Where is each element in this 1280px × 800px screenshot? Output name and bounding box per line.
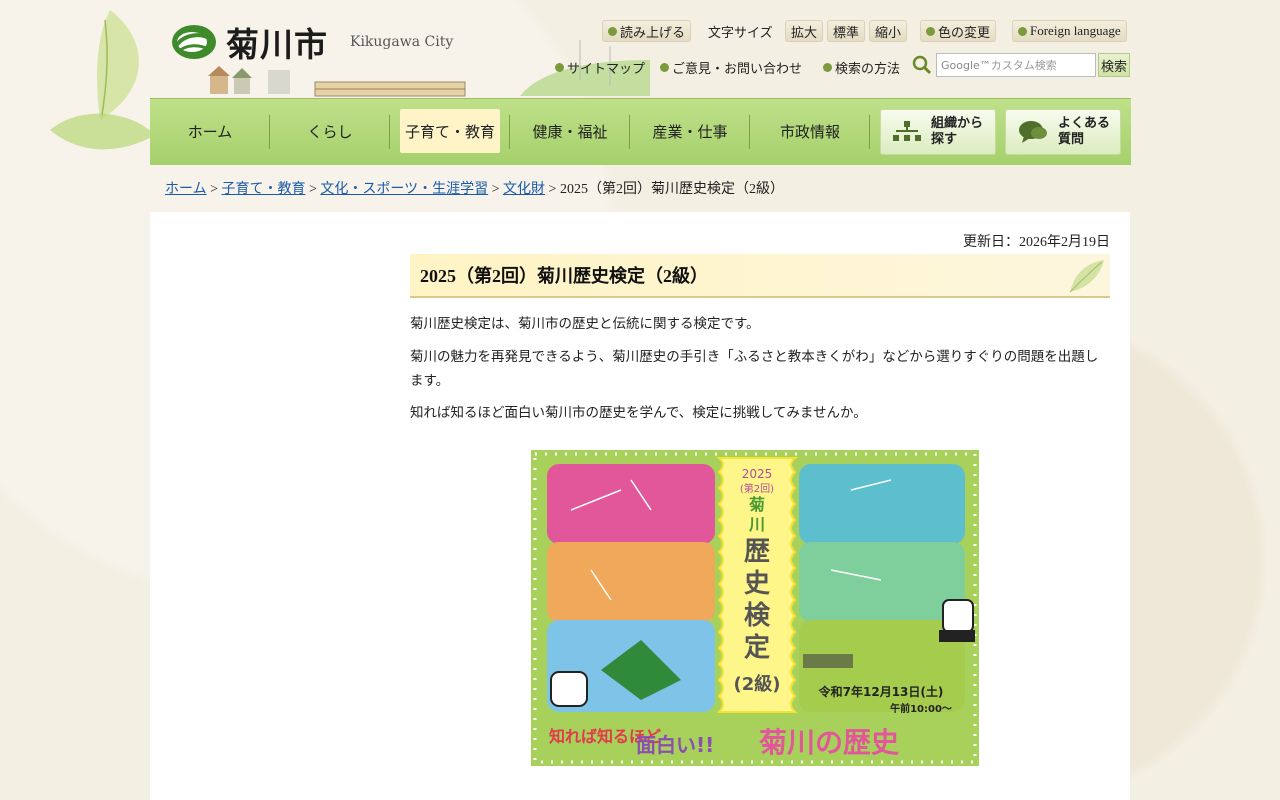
breadcrumb-link-childcare[interactable]: 子育て・教育	[222, 182, 306, 197]
search-button[interactable]: 検索	[1098, 53, 1130, 77]
breadcrumb-link-culture[interactable]: 文化・スポーツ・生涯学習	[320, 182, 488, 197]
color-change-button[interactable]: 色の変更	[920, 20, 997, 42]
sitemap-link[interactable]: サイトマップ	[555, 58, 645, 77]
main-content: 更新日：2026年2月19日 2025（第2回）菊川歴史検定（2級） 菊川歴史検…	[150, 212, 1130, 800]
poster-title-char: 菊	[749, 495, 765, 514]
foreign-language-button[interactable]: Foreign language	[1012, 20, 1127, 42]
exam-poster-image: 2025 (第2回) 菊 川 歴 史 検 定 (2級) 令和7年12月13日(土…	[531, 450, 979, 766]
nav-divider	[869, 115, 870, 149]
breadcrumb-link-home[interactable]: ホーム	[165, 182, 207, 197]
speech-bubble-icon	[1019, 121, 1047, 143]
poster-date: 令和7年12月13日(土)	[818, 684, 944, 699]
global-nav: ホーム くらし 子育て・教育 健康・福祉 産業・仕事 市政情報 組織から 探す よ…	[150, 98, 1131, 165]
poster-slogan-3: 菊川の歴史	[759, 726, 899, 759]
bullet-icon	[608, 26, 617, 36]
poster-title-char: 検	[744, 601, 771, 631]
bullet-icon	[555, 63, 564, 72]
poster-round: (第2回)	[740, 482, 774, 495]
site-header: 菊川市 Kikugawa City 読み上げる 文字サイズ 拡大 標準 縮小 色…	[150, 0, 1130, 100]
bullet-icon	[823, 63, 832, 72]
poster-title-char: 歴	[744, 537, 770, 567]
poster-grade: (2級)	[734, 673, 781, 695]
nav-health-welfare[interactable]: 健康・福祉	[510, 109, 630, 153]
bullet-icon	[926, 26, 935, 36]
poster-title-char: 川	[748, 515, 765, 534]
faq-button[interactable]: よくある 質問	[1005, 109, 1121, 155]
breadcrumb: ホーム > 子育て・教育 > 文化・スポーツ・生涯学習 > 文化財 > 2025…	[165, 182, 784, 197]
nav-living[interactable]: くらし	[270, 109, 390, 153]
org-chart-icon	[893, 121, 921, 141]
nav-home[interactable]: ホーム	[150, 109, 270, 153]
search-input[interactable]: Google™ カスタム検索	[936, 53, 1096, 77]
search-icon	[912, 55, 932, 75]
poster-time: 午前10:00〜	[890, 702, 952, 715]
intro-paragraph-1: 菊川歴史検定は、菊川市の歴史と伝統に関する検定です。	[410, 316, 760, 332]
poster-artwork: 2025 (第2回) 菊 川 歴 史 検 定 (2級) 令和7年12月13日(土…	[531, 450, 979, 766]
leaf-icon	[1069, 260, 1104, 293]
search-help-link[interactable]: 検索の方法	[823, 58, 900, 77]
nav-divider	[389, 115, 390, 149]
contact-link[interactable]: ご意見・お問い合わせ	[660, 58, 802, 77]
intro-paragraph-3: 知れば知るほど面白い菊川市の歴史を学んで、検定に挑戦してみませんか。	[410, 405, 867, 421]
leaf-decoration	[50, 10, 155, 150]
nav-childcare-education[interactable]: 子育て・教育	[400, 109, 500, 153]
nav-industry-work[interactable]: 産業・仕事	[630, 109, 750, 153]
font-size-label: 文字サイズ	[708, 26, 773, 41]
bullet-icon	[660, 63, 669, 72]
intro-paragraph-2: 菊川の魅力を再発見できるよう、菊川歴史の手引き「ふるさと教本きくがわ」などから選…	[410, 349, 1099, 389]
nav-city-admin[interactable]: 市政情報	[750, 109, 870, 153]
poster-year: 2025	[742, 467, 773, 481]
font-standard-button[interactable]: 標準	[827, 20, 866, 42]
font-small-button[interactable]: 縮小	[869, 20, 908, 42]
poster-title-char: 史	[744, 569, 771, 599]
bullet-icon	[1018, 26, 1027, 36]
org-search-button[interactable]: 組織から 探す	[880, 109, 996, 155]
read-aloud-button[interactable]: 読み上げる	[602, 20, 692, 42]
breadcrumb-current: 2025（第2回）菊川歴史検定（2級）	[559, 182, 784, 197]
poster-slogan-2: 面白い!!	[636, 733, 714, 757]
font-large-button[interactable]: 拡大	[785, 20, 824, 42]
updated-date: 更新日：2026年2月19日	[963, 235, 1110, 250]
poster-title-char: 定	[744, 632, 770, 663]
breadcrumb-link-cultural-assets[interactable]: 文化財	[503, 182, 545, 197]
page-title: 2025（第2回）菊川歴史検定（2級）	[410, 254, 1110, 298]
